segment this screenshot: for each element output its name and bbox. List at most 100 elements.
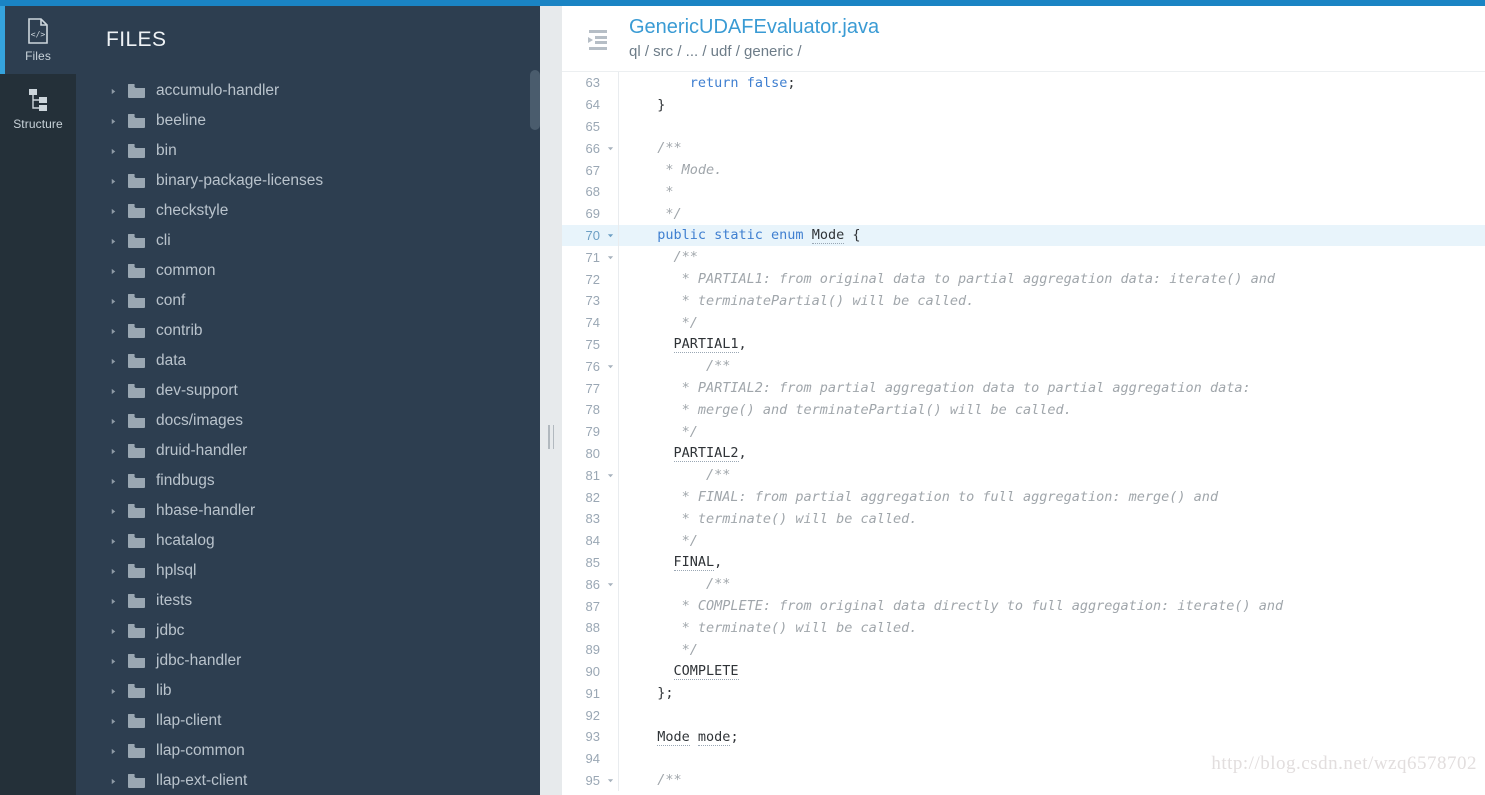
tree-item-accumulo-handler[interactable]: accumulo-handler (76, 76, 562, 106)
tree-item-common[interactable]: common (76, 256, 562, 286)
files-scrollbar[interactable] (530, 70, 540, 795)
tree-item-llap-client[interactable]: llap-client (76, 706, 562, 736)
tree-item-contrib[interactable]: contrib (76, 316, 562, 346)
breadcrumb[interactable]: ql / src / ... / udf / generic / (629, 41, 879, 63)
code-line[interactable]: 68 * (562, 180, 1485, 203)
chevron-down-fold-icon[interactable] (602, 363, 618, 370)
tree-item-data[interactable]: data (76, 346, 562, 376)
chevron-down-fold-icon[interactable] (602, 145, 618, 152)
code-line[interactable]: 84 */ (562, 529, 1485, 552)
chevron-right-icon[interactable] (106, 418, 120, 425)
files-scrollbar-thumb[interactable] (530, 70, 540, 130)
code-line[interactable]: 75 PARTIAL1, (562, 333, 1485, 356)
code-line[interactable]: 65 (562, 115, 1485, 138)
code-line[interactable]: 93 Mode mode; (562, 725, 1485, 748)
code-line[interactable]: 78 * merge() and terminatePartial() will… (562, 398, 1485, 421)
code-line[interactable]: 72 * PARTIAL1: from original data to par… (562, 268, 1485, 290)
code-line[interactable]: 70 public static enum Mode { (562, 224, 1485, 247)
code-line[interactable]: 92 (562, 704, 1485, 726)
chevron-right-icon[interactable] (106, 238, 120, 245)
code-line[interactable]: 67 * Mode. (562, 159, 1485, 181)
chevron-right-icon[interactable] (106, 178, 120, 185)
code-line[interactable]: 66 /** (562, 137, 1485, 160)
tree-item-llap-ext-client[interactable]: llap-ext-client (76, 766, 562, 795)
code-line[interactable]: 82 * FINAL: from partial aggregation to … (562, 486, 1485, 508)
chevron-right-icon[interactable] (106, 778, 120, 785)
chevron-down-fold-icon[interactable] (602, 232, 618, 239)
chevron-right-icon[interactable] (106, 538, 120, 545)
tree-item-jdbc[interactable]: jdbc (76, 616, 562, 646)
code-line[interactable]: 95 /** (562, 769, 1485, 792)
tree-item-bin[interactable]: bin (76, 136, 562, 166)
chevron-right-icon[interactable] (106, 388, 120, 395)
code-line[interactable]: 69 */ (562, 202, 1485, 225)
tree-item-hbase-handler[interactable]: hbase-handler (76, 496, 562, 526)
tree-item-binary-package-licenses[interactable]: binary-package-licenses (76, 166, 562, 196)
rail-item-structure[interactable]: Structure (0, 74, 76, 142)
tree-item-beeline[interactable]: beeline (76, 106, 562, 136)
code-line[interactable]: 74 */ (562, 311, 1485, 334)
tree-item-itests[interactable]: itests (76, 586, 562, 616)
chevron-right-icon[interactable] (106, 568, 120, 575)
code-line[interactable]: 88 * terminate() will be called. (562, 616, 1485, 639)
rail-item-files[interactable]: </> Files (0, 6, 76, 74)
chevron-down-fold-icon[interactable] (602, 777, 618, 784)
code-line[interactable]: 91 }; (562, 682, 1485, 705)
chevron-right-icon[interactable] (106, 88, 120, 95)
chevron-down-fold-icon[interactable] (602, 254, 618, 261)
tree-item-llap-common[interactable]: llap-common (76, 736, 562, 766)
chevron-right-icon[interactable] (106, 658, 120, 665)
tree-item-hcatalog[interactable]: hcatalog (76, 526, 562, 556)
tree-item-druid-handler[interactable]: druid-handler (76, 436, 562, 466)
code-area[interactable]: 63 return false; 64 } 65 66 /** 67 * Mode. 68… (562, 72, 1485, 795)
chevron-right-icon[interactable] (106, 748, 120, 755)
chevron-right-icon[interactable] (106, 148, 120, 155)
tree-item-docs-images[interactable]: docs/images (76, 406, 562, 436)
code-line[interactable]: 76 /** (562, 355, 1485, 378)
code-line[interactable]: 79 */ (562, 420, 1485, 443)
code-line[interactable]: 73 * terminatePartial() will be called. (562, 289, 1485, 312)
code-line[interactable]: 63 return false; (562, 72, 1485, 94)
chevron-right-icon[interactable] (106, 268, 120, 275)
code-line[interactable]: 90 COMPLETE (562, 660, 1485, 683)
tree-item-cli[interactable]: cli (76, 226, 562, 256)
chevron-right-icon[interactable] (106, 598, 120, 605)
code-line[interactable]: 94 (562, 747, 1485, 770)
chevron-down-fold-icon[interactable] (602, 472, 618, 479)
tree-item-label: docs/images (156, 412, 244, 429)
chevron-right-icon[interactable] (106, 478, 120, 485)
code-line[interactable]: 64 } (562, 93, 1485, 116)
code-line[interactable]: 83 * terminate() will be called. (562, 507, 1485, 530)
chevron-right-icon[interactable] (106, 328, 120, 335)
splitter-grip-icon[interactable] (546, 424, 556, 450)
code-line[interactable]: 85 FINAL, (562, 551, 1485, 574)
tree-item-checkstyle[interactable]: checkstyle (76, 196, 562, 226)
code-line[interactable]: 80 PARTIAL2, (562, 442, 1485, 465)
code-line[interactable]: 89 */ (562, 638, 1485, 661)
code-line[interactable]: 86 /** (562, 573, 1485, 596)
chevron-right-icon[interactable] (106, 628, 120, 635)
chevron-right-icon[interactable] (106, 448, 120, 455)
code-line[interactable]: 87 * COMPLETE: from original data direct… (562, 595, 1485, 617)
code-line[interactable]: 81 /** (562, 464, 1485, 487)
panel-splitter[interactable] (540, 6, 562, 795)
tree-item-jdbc-handler[interactable]: jdbc-handler (76, 646, 562, 676)
chevron-right-icon[interactable] (106, 508, 120, 515)
line-number: 68 (585, 184, 600, 200)
tree-item-findbugs[interactable]: findbugs (76, 466, 562, 496)
chevron-right-icon[interactable] (106, 718, 120, 725)
tree-item-hplsql[interactable]: hplsql (76, 556, 562, 586)
tree-item-lib[interactable]: lib (76, 676, 562, 706)
code-line[interactable]: 77 * PARTIAL2: from partial aggregation … (562, 377, 1485, 399)
chevron-right-icon[interactable] (106, 358, 120, 365)
tree-item-dev-support[interactable]: dev-support (76, 376, 562, 406)
chevron-right-icon[interactable] (106, 118, 120, 125)
tree-item-conf[interactable]: conf (76, 286, 562, 316)
collapse-left-icon[interactable] (584, 26, 612, 52)
chevron-right-icon[interactable] (106, 298, 120, 305)
chevron-right-icon[interactable] (106, 208, 120, 215)
editor-file-name[interactable]: GenericUDAFEvaluator.java (629, 14, 879, 40)
chevron-down-fold-icon[interactable] (602, 581, 618, 588)
chevron-right-icon[interactable] (106, 688, 120, 695)
code-line[interactable]: 71 /** (562, 246, 1485, 269)
